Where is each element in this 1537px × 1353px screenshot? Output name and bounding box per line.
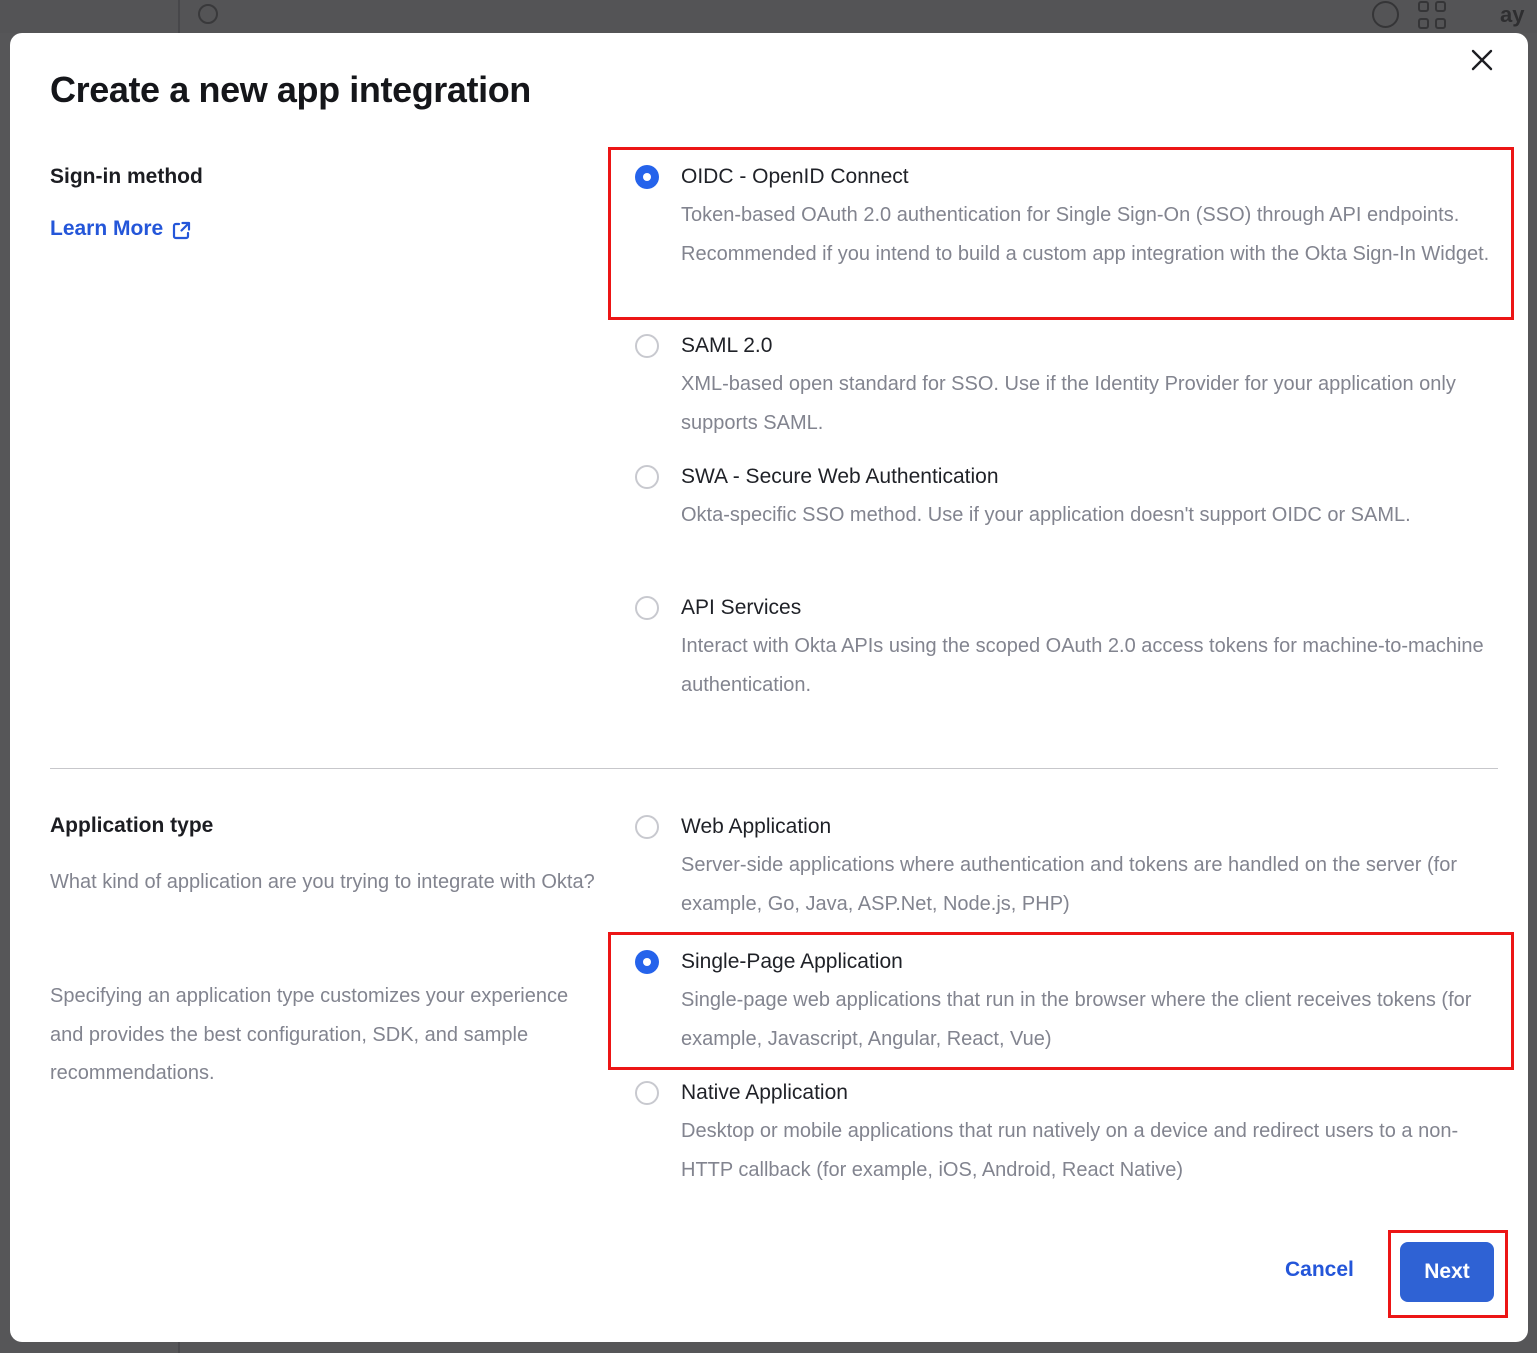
- option-description: Interact with Okta APIs using the scoped…: [681, 627, 1499, 704]
- close-icon[interactable]: [1462, 40, 1502, 80]
- page-title: Create a new app integration: [50, 69, 531, 111]
- option-description: Server-side applications where authentic…: [681, 846, 1499, 923]
- option-api-services[interactable]: API Services Interact with Okta APIs usi…: [611, 581, 1511, 711]
- signin-method-label: Sign-in method: [50, 165, 203, 189]
- external-link-icon: [172, 221, 191, 240]
- option-description: Okta-specific SSO method. Use if your ap…: [681, 496, 1499, 535]
- application-type-explanation: Specifying an application type customize…: [50, 977, 598, 1093]
- option-native-application[interactable]: Native Application Desktop or mobile app…: [611, 1066, 1511, 1196]
- help-icon: [1372, 1, 1399, 28]
- radio-api-services[interactable]: [635, 596, 659, 620]
- apps-grid-icon: [1418, 1, 1446, 29]
- next-button-highlight-box: Next: [1388, 1230, 1508, 1318]
- radio-saml[interactable]: [635, 334, 659, 358]
- application-type-label: Application type: [50, 814, 213, 838]
- option-label[interactable]: Web Application: [681, 813, 831, 841]
- cancel-button[interactable]: Cancel: [1285, 1258, 1354, 1282]
- radio-swa[interactable]: [635, 465, 659, 489]
- option-saml-2-0[interactable]: SAML 2.0 XML-based open standard for SSO…: [611, 319, 1511, 449]
- radio-native-application[interactable]: [635, 1081, 659, 1105]
- learn-more-link[interactable]: Learn More: [50, 217, 191, 241]
- option-description: Single-page web applications that run in…: [681, 981, 1499, 1058]
- option-label[interactable]: SAML 2.0: [681, 332, 772, 360]
- option-oidc-openid-connect[interactable]: OIDC - OpenID Connect Token-based OAuth …: [608, 147, 1514, 320]
- application-type-question: What kind of application are you trying …: [50, 863, 598, 902]
- option-label[interactable]: API Services: [681, 594, 801, 622]
- option-description: XML-based open standard for SSO. Use if …: [681, 365, 1499, 442]
- radio-oidc-selected[interactable]: [635, 165, 659, 189]
- option-description: Desktop or mobile applications that run …: [681, 1112, 1499, 1189]
- option-single-page-application[interactable]: Single-Page Application Single-page web …: [608, 932, 1514, 1070]
- option-label[interactable]: SWA - Secure Web Authentication: [681, 463, 999, 491]
- option-description: Token-based OAuth 2.0 authentication for…: [681, 196, 1499, 273]
- radio-web-application[interactable]: [635, 815, 659, 839]
- search-icon: [198, 4, 218, 24]
- option-label[interactable]: Native Application: [681, 1079, 848, 1107]
- option-swa-secure-web-authentication[interactable]: SWA - Secure Web Authentication Okta-spe…: [611, 450, 1511, 580]
- radio-spa-selected[interactable]: [635, 950, 659, 974]
- section-divider: [50, 768, 1498, 769]
- background-user-text: ay: [1500, 2, 1524, 28]
- option-label[interactable]: Single-Page Application: [681, 948, 903, 976]
- learn-more-label: Learn More: [50, 217, 163, 241]
- next-button[interactable]: Next: [1400, 1242, 1494, 1302]
- create-app-integration-modal: Create a new app integration Sign-in met…: [10, 33, 1528, 1342]
- background-sidebar-divider: [178, 0, 180, 33]
- dimmed-background-topbar: ay: [0, 0, 1537, 33]
- option-label[interactable]: OIDC - OpenID Connect: [681, 163, 909, 191]
- option-web-application[interactable]: Web Application Server-side applications…: [611, 800, 1511, 930]
- background-sidebar-divider-bottom: [178, 1342, 180, 1353]
